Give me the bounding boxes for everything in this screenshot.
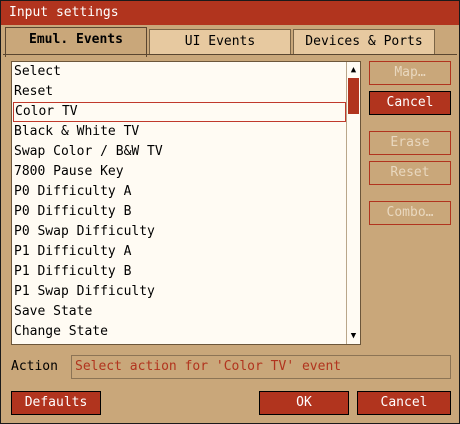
list-item[interactable]: Select [13, 62, 346, 82]
tab-devices-ports[interactable]: Devices & Ports [293, 29, 435, 55]
cancel-button[interactable]: Cancel [357, 391, 451, 415]
tab-emul-events[interactable]: Emul. Events [5, 27, 147, 57]
tab-bar: Emul. Events UI Events Devices & Ports [3, 27, 437, 57]
scroll-up-icon[interactable]: ▲ [347, 63, 360, 77]
list-item[interactable]: Save State [13, 302, 346, 322]
list-item[interactable]: Change State [13, 322, 346, 342]
list-item[interactable]: P0 Difficulty B [13, 202, 346, 222]
action-text-field: Select action for 'Color TV' event [71, 355, 451, 379]
tab-divider [3, 54, 457, 55]
events-listbox[interactable]: Select Reset Color TV Black & White TV Swap … [11, 61, 361, 345]
defaults-button[interactable]: Defaults [11, 391, 101, 415]
input-settings-dialog: Input settings Emul. Events UI Events De… [0, 0, 460, 424]
cancel-map-button[interactable]: Cancel [369, 91, 451, 115]
list-item[interactable]: P1 Difficulty B [13, 262, 346, 282]
combo-button[interactable]: Combo… [369, 201, 451, 225]
list-item[interactable]: P1 Swap Difficulty [13, 282, 346, 302]
ok-button[interactable]: OK [259, 391, 349, 415]
list-item[interactable]: Reset [13, 82, 346, 102]
list-item[interactable]: P0 Difficulty A [13, 182, 346, 202]
list-item[interactable]: 7800 Pause Key [13, 162, 346, 182]
list-item-selected[interactable]: Color TV [13, 102, 346, 122]
list-item[interactable]: Swap Color / B&W TV [13, 142, 346, 162]
list-item[interactable]: P1 Difficulty A [13, 242, 346, 262]
reset-button[interactable]: Reset [369, 161, 451, 185]
erase-button[interactable]: Erase [369, 131, 451, 155]
list-item[interactable]: Black & White TV [13, 122, 346, 142]
window-title: Input settings [1, 1, 459, 25]
list-scrollbar[interactable]: ▲ ▼ [346, 62, 360, 344]
scroll-thumb[interactable] [348, 78, 359, 114]
map-button[interactable]: Map… [369, 61, 451, 85]
action-label: Action [11, 359, 58, 374]
scroll-down-icon[interactable]: ▼ [347, 329, 360, 343]
tab-ui-events[interactable]: UI Events [149, 29, 291, 55]
list-item[interactable]: P0 Swap Difficulty [13, 222, 346, 242]
